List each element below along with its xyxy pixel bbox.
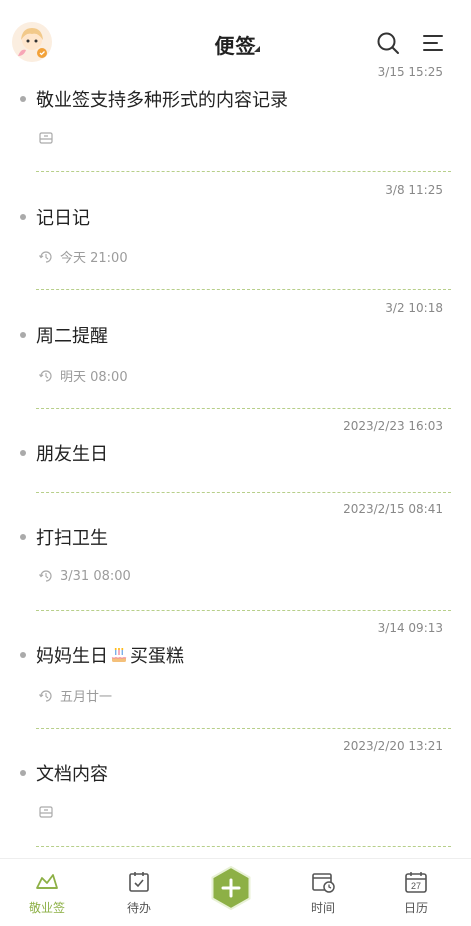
reminder-text: 五月廿一 (60, 690, 113, 705)
todo-icon (129, 872, 149, 892)
cake-emoji-icon (111, 648, 127, 662)
repeat-reminder-icon (39, 369, 52, 382)
note-title: 妈妈生日 买蛋糕 (36, 642, 184, 668)
note-title-part: 妈妈生日 (36, 646, 108, 667)
bullet-dot (20, 214, 26, 220)
calendar-icon: 27 (405, 872, 427, 893)
note-title: 打扫卫生 (36, 528, 108, 549)
note-title: 敬业签支持多种形式的内容记录 (36, 90, 288, 111)
note-icon (36, 874, 58, 889)
note-item[interactable]: 2023/2/20 13:21 文档内容 (0, 728, 471, 848)
note-item[interactable]: 3/15 15:25 敬业签支持多种形式的内容记录 (0, 60, 471, 172)
menu-icon[interactable] (420, 30, 446, 56)
reminder-text: 今天 21:00 (60, 251, 128, 266)
reminder-text: 3/31 08:00 (60, 568, 131, 584)
repeat-reminder-icon (39, 250, 52, 263)
tab-label: 待办 (126, 901, 151, 915)
bullet-dot (20, 450, 26, 456)
add-note-button[interactable] (209, 866, 253, 910)
tab-label: 日历 (403, 901, 428, 915)
note-time: 3/2 10:18 (385, 301, 443, 315)
note-time: 3/14 09:13 (377, 621, 443, 635)
note-time: 2023/2/23 16:03 (343, 419, 443, 433)
note-time: 2023/2/15 08:41 (343, 502, 443, 516)
tab-label: 敬业签 (28, 901, 65, 915)
tab-calendar[interactable]: 27 日历 (381, 869, 451, 916)
bullet-dot (20, 534, 26, 540)
calendar-day: 27 (411, 881, 421, 891)
note-time: 3/8 11:25 (385, 183, 443, 197)
attachment-icon (39, 132, 53, 144)
time-icon (312, 873, 335, 893)
tab-notes[interactable]: 敬业签 (12, 869, 82, 916)
attachment-icon (39, 806, 53, 818)
note-item[interactable]: 3/14 09:13 妈妈生日 买蛋糕 五月廿一 (0, 610, 471, 729)
note-item[interactable]: 3/8 11:25 记日记 今天 21:00 (0, 172, 471, 290)
bullet-dot (20, 770, 26, 776)
tab-time[interactable]: 时间 (288, 869, 358, 916)
note-title: 周二提醒 (36, 326, 108, 347)
tab-label: 时间 (310, 901, 335, 915)
repeat-reminder-icon (39, 570, 52, 582)
reminder-text: 明天 08:00 (60, 370, 128, 385)
note-title: 朋友生日 (36, 444, 108, 465)
note-item[interactable]: 3/2 10:18 周二提醒 明天 08:00 (0, 290, 471, 409)
bullet-dot (20, 652, 26, 658)
bullet-dot (20, 96, 26, 102)
note-time: 2023/2/20 13:21 (343, 739, 443, 753)
title-dropdown-caret[interactable] (254, 46, 260, 52)
note-title-part: 买蛋糕 (130, 646, 184, 667)
search-icon[interactable] (375, 30, 401, 56)
repeat-reminder-icon (39, 689, 52, 702)
note-item[interactable]: 2023/2/15 08:41 打扫卫生 3/31 08:00 (0, 492, 471, 611)
note-time: 3/15 15:25 (377, 65, 443, 79)
tab-todo[interactable]: 待办 (104, 869, 174, 916)
note-title: 文档内容 (36, 764, 108, 785)
note-item[interactable]: 2023/2/23 16:03 朋友生日 (0, 408, 471, 493)
bullet-dot (20, 332, 26, 338)
page-title[interactable]: 便签 (215, 34, 257, 58)
note-divider (36, 846, 451, 847)
plus-icon (211, 866, 251, 910)
note-title: 记日记 (36, 208, 90, 229)
